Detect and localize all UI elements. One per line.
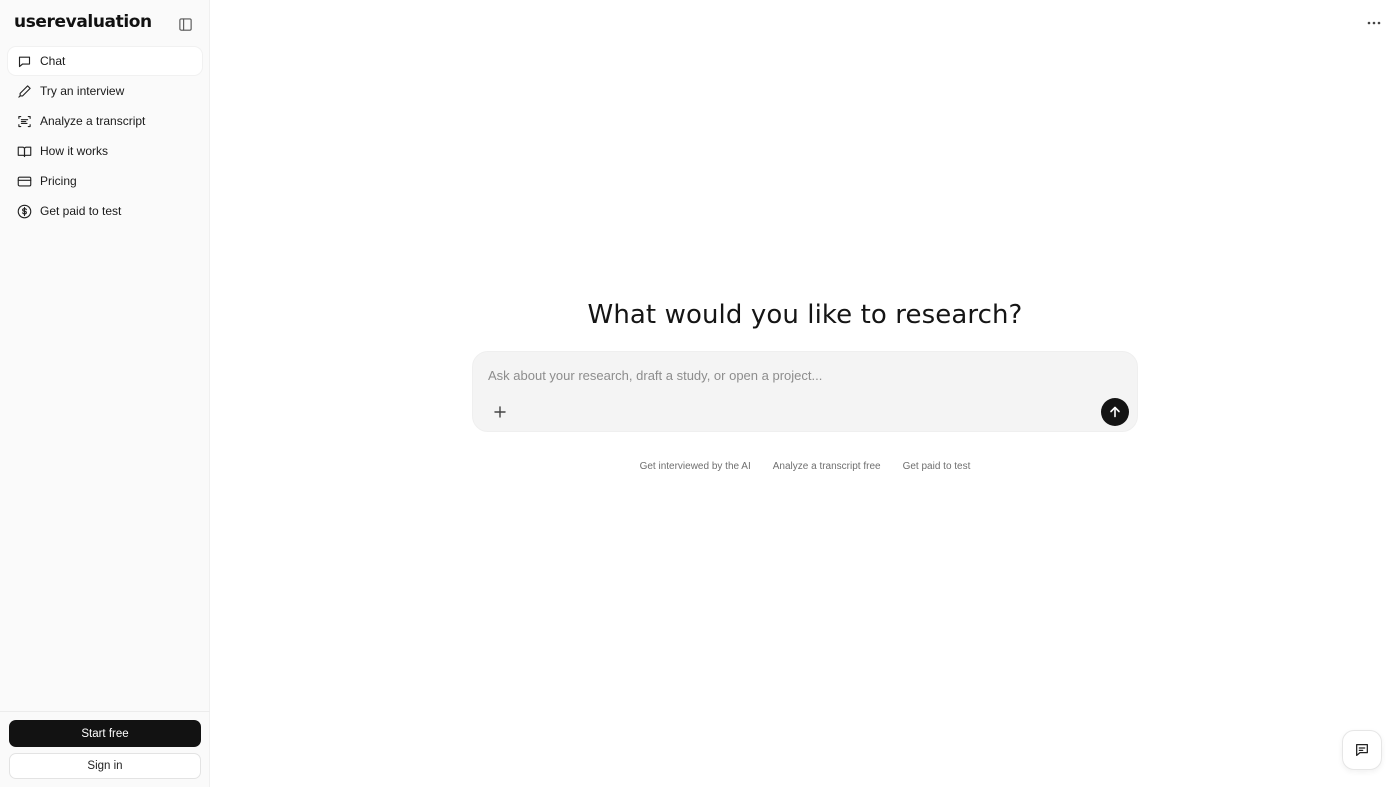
book-open-icon [17, 144, 32, 159]
message-icon [1356, 744, 1368, 756]
suggestion-get-paid[interactable]: Get paid to test [903, 459, 971, 475]
pen-icon [17, 84, 32, 99]
sidebar-item-label: Chat [40, 54, 66, 68]
sidebar-item-try-interview[interactable]: Try an interview [8, 77, 202, 105]
attach-plus-icon[interactable] [491, 403, 509, 421]
sidebar-toggle-icon[interactable] [176, 15, 194, 33]
sidebar-item-get-paid[interactable]: Get paid to test [8, 197, 202, 225]
sidebar-item-how-it-works[interactable]: How it works [8, 137, 202, 165]
chat-bubble-icon [17, 54, 32, 69]
composer [472, 351, 1138, 432]
sidebar-item-label: Get paid to test [40, 204, 122, 218]
suggestion-get-interviewed[interactable]: Get interviewed by the AI [640, 459, 751, 475]
credit-card-icon [17, 174, 32, 189]
logo[interactable]: userevaluation [14, 12, 152, 32]
sidebar-nav: Chat Try an interview Analyze a transcri… [8, 47, 202, 227]
scan-text-icon [17, 114, 32, 129]
sidebar-item-analyze-transcript[interactable]: Analyze a transcript [8, 107, 202, 135]
sidebar-item-chat[interactable]: Chat [8, 47, 202, 75]
sidebar-footer: Start free Sign in [0, 711, 210, 787]
more-options-icon[interactable] [1362, 13, 1386, 33]
sidebar-item-label: Analyze a transcript [40, 114, 146, 128]
sidebar-item-label: Pricing [40, 174, 77, 188]
sign-in-button[interactable]: Sign in [9, 753, 201, 779]
send-button[interactable] [1101, 398, 1129, 426]
sidebar-item-label: How it works [40, 144, 109, 158]
start-free-button[interactable]: Start free [9, 720, 201, 747]
sidebar: userevaluation Chat Try an interview Ana… [0, 0, 210, 787]
sidebar-item-pricing[interactable]: Pricing [8, 167, 202, 195]
page-title: What would you like to research? [587, 300, 1023, 330]
prompt-input[interactable] [488, 365, 1088, 385]
sidebar-item-label: Try an interview [40, 84, 125, 98]
suggestion-links: Get interviewed by the AI Analyze a tran… [472, 459, 1138, 475]
suggestion-analyze-transcript[interactable]: Analyze a transcript free [773, 459, 881, 475]
dollar-circle-icon [17, 204, 32, 219]
arrow-up-icon [1110, 406, 1120, 418]
support-chat-button[interactable] [1342, 730, 1382, 770]
